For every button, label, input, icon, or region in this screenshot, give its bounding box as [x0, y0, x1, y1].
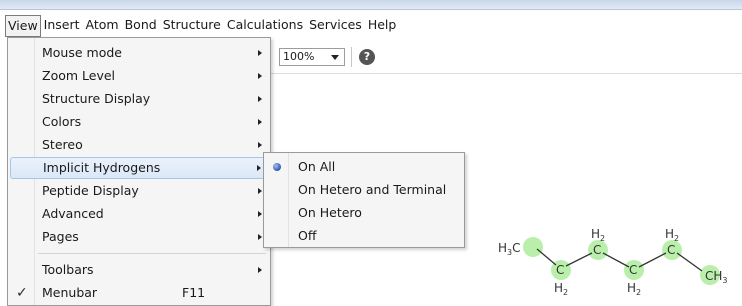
atom-ch2-3: C — [629, 263, 637, 277]
atom-highlights — [523, 237, 720, 285]
implicit-hydrogens-submenu: On All On Hetero and Terminal On Hetero … — [263, 152, 465, 248]
menu-item-label: Zoom Level — [42, 68, 116, 83]
radio-selected-icon — [273, 163, 281, 171]
molecule-canvas[interactable]: H3C C H2 C H2 C H2 C H2 CH3 — [488, 220, 742, 306]
submenu-item-label: On All — [298, 159, 336, 174]
menu-bar: View Insert Atom Bond Structure Calculat… — [0, 15, 742, 37]
submenu-arrow-icon — [258, 73, 262, 79]
submenu-arrow-icon — [258, 188, 262, 194]
menu-view[interactable]: View — [5, 15, 41, 37]
atom-h2-3: H2 — [627, 281, 641, 297]
menu-item-label: Menubar — [42, 285, 98, 300]
menu-item-label: Advanced — [42, 206, 104, 221]
atom-h2-4: H2 — [665, 227, 679, 243]
zoom-level-value: 100% — [283, 50, 315, 63]
atom-h2-2: H2 — [591, 227, 605, 243]
submenu-item-on-all[interactable]: On All — [266, 156, 462, 178]
menu-item-label: Peptide Display — [42, 183, 139, 198]
menu-help[interactable]: Help — [365, 15, 400, 37]
menu-insert[interactable]: Insert — [41, 15, 83, 37]
zoom-level-select[interactable]: 100% — [279, 48, 345, 66]
question-circle-icon[interactable]: ? — [359, 49, 375, 65]
submenu-arrow-icon — [258, 119, 262, 125]
menu-item-label: Toolbars — [42, 262, 94, 277]
atom-ch2-4: C — [667, 243, 675, 257]
menu-separator — [38, 253, 266, 254]
menu-item-mouse-mode[interactable]: Mouse mode — [10, 42, 268, 64]
view-menu-dropdown: Mouse mode Zoom Level Structure Display … — [7, 37, 271, 306]
menu-item-label: Implicit Hydrogens — [43, 160, 161, 175]
submenu-arrow-icon — [258, 142, 262, 148]
atom-ch3-right: CH3 — [705, 269, 728, 285]
menu-item-label: Mouse mode — [42, 45, 122, 60]
window-title-strip — [0, 0, 742, 10]
submenu-item-label: Off — [298, 228, 317, 243]
checkmark-icon: ✓ — [16, 285, 28, 301]
menu-item-pages[interactable]: Pages — [10, 226, 268, 248]
toolbar-divider — [351, 47, 352, 67]
atom-h2-1: H2 — [554, 281, 568, 297]
menu-item-implicit-hydrogens[interactable]: Implicit Hydrogens — [10, 157, 268, 179]
submenu-arrow-icon — [257, 165, 261, 171]
menu-item-advanced[interactable]: Advanced — [10, 203, 268, 225]
submenu-item-on-hetero[interactable]: On Hetero — [266, 202, 462, 224]
menu-atom[interactable]: Atom — [83, 15, 122, 37]
atom-ch2-1: C — [556, 263, 564, 277]
menu-structure[interactable]: Structure — [160, 15, 224, 37]
hexane-structure: H3C C H2 C H2 C H2 C H2 CH3 — [498, 227, 728, 297]
atom-ch3-left: H3C — [498, 241, 521, 257]
menu-services[interactable]: Services — [306, 15, 365, 37]
menu-item-label: Stereo — [42, 137, 83, 152]
menu-item-shortcut: F11 — [182, 285, 206, 300]
submenu-item-label: On Hetero — [298, 205, 362, 220]
atom-ch2-2: C — [593, 243, 601, 257]
submenu-arrow-icon — [258, 267, 262, 273]
menu-item-peptide-display[interactable]: Peptide Display — [10, 180, 268, 202]
submenu-item-off[interactable]: Off — [266, 225, 462, 247]
chevron-down-icon — [331, 55, 339, 60]
menu-item-label: Colors — [42, 114, 82, 129]
menu-bond[interactable]: Bond — [122, 15, 160, 37]
toolbar: 100% ? — [271, 40, 742, 74]
menu-item-label: Pages — [42, 229, 79, 244]
menu-item-structure-display[interactable]: Structure Display — [10, 88, 268, 110]
menu-item-zoom-level[interactable]: Zoom Level — [10, 65, 268, 87]
menu-item-label: Structure Display — [42, 91, 151, 106]
menu-item-colors[interactable]: Colors — [10, 111, 268, 133]
submenu-item-on-hetero-and-terminal[interactable]: On Hetero and Terminal — [266, 179, 462, 201]
submenu-arrow-icon — [258, 50, 262, 56]
submenu-item-label: On Hetero and Terminal — [298, 182, 447, 197]
submenu-arrow-icon — [258, 96, 262, 102]
menu-item-menubar[interactable]: ✓ Menubar F11 — [10, 282, 268, 304]
menu-item-toolbars[interactable]: Toolbars — [10, 259, 268, 281]
menu-item-stereo[interactable]: Stereo — [10, 134, 268, 156]
submenu-arrow-icon — [258, 211, 262, 217]
submenu-arrow-icon — [258, 234, 262, 240]
menu-calculations[interactable]: Calculations — [224, 15, 306, 37]
